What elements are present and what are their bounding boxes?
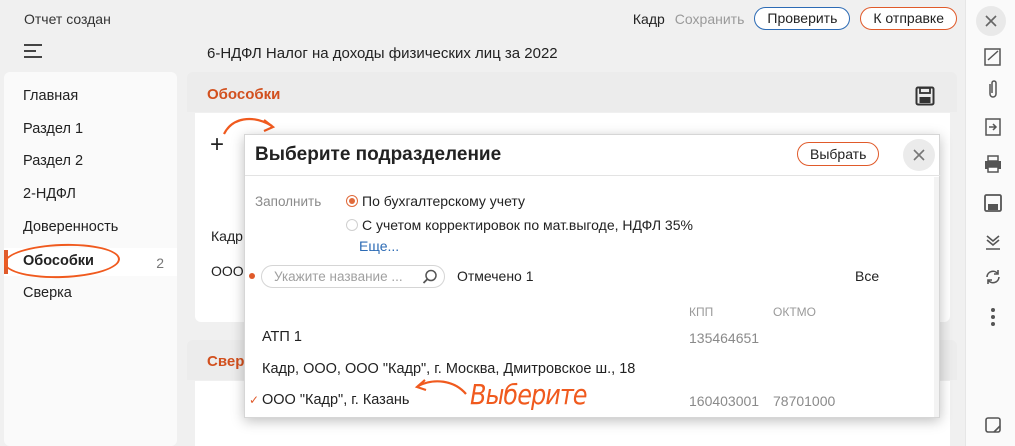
download-icon[interactable] <box>982 230 1004 252</box>
section-title: Обособки <box>207 86 281 103</box>
radio-accounting-label[interactable]: По бухгалтерскому учету <box>362 193 525 209</box>
sidebar-item-main[interactable]: Главная <box>23 88 78 104</box>
top-actions: Кадр Сохранить Проверить К отправке <box>633 7 957 30</box>
select-button[interactable]: Выбрать <box>797 142 880 166</box>
handwritten-annotation: Выберите <box>470 378 588 412</box>
kadr-link[interactable]: Кадр <box>633 11 665 27</box>
menu-icon[interactable] <box>24 44 42 58</box>
radio-adjustments[interactable] <box>346 219 358 231</box>
scrollbar[interactable] <box>934 177 939 417</box>
bg-row-2: ООО <box>211 263 244 279</box>
sidebar-item-count: 2 <box>156 255 164 271</box>
search-placeholder: Укажите название ... <box>274 269 403 284</box>
more-icon[interactable] <box>982 306 1004 328</box>
radio-accounting[interactable] <box>346 195 358 207</box>
row-kpp: 160403001 <box>689 393 760 409</box>
save-rail-icon[interactable] <box>982 192 1004 214</box>
signature-icon[interactable] <box>982 46 1004 68</box>
all-link[interactable]: Все <box>855 268 879 284</box>
fill-label: Заполнить <box>255 194 322 209</box>
sidebar-item-section1[interactable]: Раздел 1 <box>23 121 83 137</box>
sidebar-item-2ndfl[interactable]: 2-НДФЛ <box>23 186 76 202</box>
required-dot <box>249 273 255 279</box>
sidebar-item-section2[interactable]: Раздел 2 <box>23 153 83 169</box>
save-icon[interactable] <box>915 86 935 106</box>
form-title: 6-НДФЛ Налог на доходы физических лиц за… <box>207 45 558 62</box>
more-link[interactable]: Еще... <box>359 238 399 254</box>
send-button[interactable]: К отправке <box>860 7 957 30</box>
dialog-close-button[interactable] <box>903 139 935 171</box>
top-bar: Отчет создан Кадр Сохранить Проверить К … <box>0 0 965 38</box>
import-icon[interactable] <box>982 116 1004 138</box>
sidebar-item-reconciliation[interactable]: Сверка <box>23 285 72 301</box>
sidebar-item-power-of-attorney[interactable]: Доверенность <box>23 219 118 235</box>
arrow-annotation-icon <box>414 379 467 395</box>
note-icon[interactable] <box>982 414 1004 436</box>
row-name[interactable]: ООО "Кадр", г. Казань <box>262 392 409 408</box>
save-link[interactable]: Сохранить <box>675 11 745 27</box>
refresh-icon[interactable] <box>982 266 1004 288</box>
radio-adjustments-label[interactable]: С учетом корректировок по мат.выгоде, НД… <box>362 217 693 233</box>
column-header-kpp: КПП <box>689 305 714 319</box>
report-status: Отчет создан <box>24 11 111 27</box>
marked-count: Отмечено 1 <box>457 268 534 284</box>
check-button[interactable]: Проверить <box>754 7 851 30</box>
close-icon <box>913 149 925 161</box>
column-header-oktmo: ОКТМО <box>773 305 816 319</box>
row-name[interactable]: Кадр, ООО, ООО "Кадр", г. Москва, Дмитро… <box>262 361 635 377</box>
bg-row-1: Кадр <box>211 228 243 244</box>
row-kpp: 135464651 <box>689 330 760 346</box>
close-panel-button[interactable] <box>976 6 1006 36</box>
row-name[interactable]: АТП 1 <box>262 329 302 345</box>
row-oktmo: 78701000 <box>773 393 836 409</box>
right-rail <box>965 0 1015 446</box>
search-icon[interactable] <box>422 269 438 285</box>
select-subdivision-dialog: Выберите подразделение Выбрать Заполнить… <box>244 134 941 418</box>
print-icon[interactable] <box>982 153 1004 175</box>
dialog-title: Выберите подразделение <box>255 144 502 165</box>
close-icon <box>985 15 997 27</box>
section2-title: Свер <box>207 353 245 370</box>
check-icon[interactable]: ✓ <box>249 393 259 407</box>
attachment-icon[interactable] <box>982 78 1004 100</box>
search-input[interactable]: Укажите название ... <box>261 265 445 288</box>
divider <box>245 175 941 176</box>
section-header: Обособки <box>187 72 957 112</box>
